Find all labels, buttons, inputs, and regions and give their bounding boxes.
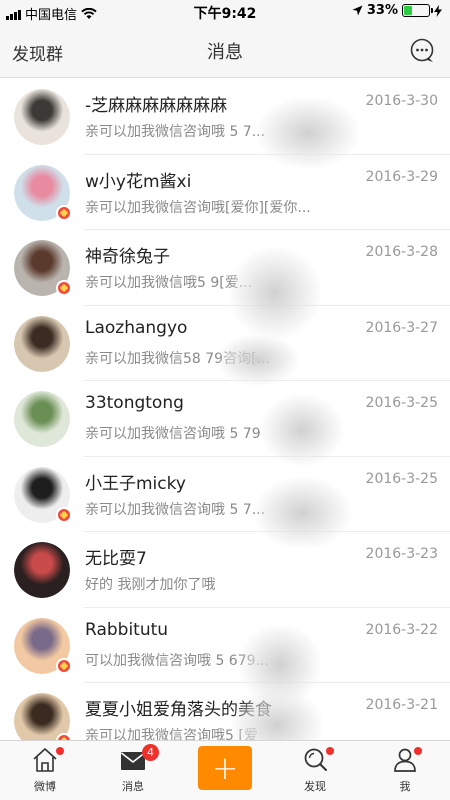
sender-name: 小王子micky <box>85 473 186 494</box>
message-row[interactable]: Laozhangyo 2016-3-27 亲可以加我微信58 79咨询[... <box>0 306 450 381</box>
avatar[interactable] <box>14 542 70 598</box>
notification-dot <box>326 747 334 755</box>
tab-discover[interactable]: 发现 <box>270 741 360 800</box>
battery-fill <box>404 6 412 15</box>
battery-percent: 33% <box>366 3 398 18</box>
message-date: 2016-3-28 <box>365 244 438 260</box>
message-date: 2016-3-22 <box>365 621 438 638</box>
message-row[interactable]: -芝麻麻麻麻麻麻麻 2016-3-30 亲可以加我微信咨询哦 5 7... <box>0 79 450 155</box>
sender-name: 神奇徐兔子 <box>85 247 170 267</box>
message-preview: 亲可以加我微信咨询哦5 [爱 <box>85 728 258 740</box>
message-row[interactable]: 神奇徐兔子 2016-3-28 亲可以加我微信哦5 9[爱... <box>0 230 450 306</box>
message-date: 2016-3-27 <box>365 319 438 336</box>
verified-badge-icon <box>56 506 72 523</box>
message-preview: 亲可以加我微信咨询哦 5 7... <box>85 501 266 518</box>
message-date: 2016-3-21 <box>365 697 438 713</box>
avatar[interactable] <box>14 391 70 447</box>
message-date: 2016-3-23 <box>365 546 438 562</box>
sender-name: 33tongtong <box>85 393 184 413</box>
battery-icon <box>402 4 433 17</box>
sender-name: Laozhangyo <box>85 317 188 338</box>
sender-name: 夏夏小姐爱角落头的美食 <box>85 700 272 720</box>
message-row[interactable]: 夏夏小姐爱角落头的美食 2016-3-21 亲可以加我微信咨询哦5 [爱 <box>0 683 450 740</box>
tab-label: 我 <box>399 780 411 793</box>
verified-badge-icon <box>56 204 72 221</box>
tab-label: 微博 <box>34 780 56 793</box>
verified-badge-icon <box>56 280 72 296</box>
compose-button[interactable]: + <box>198 746 252 790</box>
location-arrow-icon <box>352 5 363 16</box>
message-date: 2016-3-25 <box>365 395 438 411</box>
notification-dot <box>414 747 422 755</box>
tab-label: 消息 <box>122 780 144 793</box>
message-preview: 可以加我微信咨询哦 5 679... <box>85 652 269 669</box>
message-preview: 亲可以加我微信58 79咨询[... <box>85 350 270 367</box>
message-preview: 好的 我刚才加你了哦 <box>85 577 216 593</box>
search-icon <box>304 748 327 771</box>
verified-badge-icon <box>56 657 72 674</box>
charging-bolt-icon <box>434 4 442 17</box>
verified-badge-icon <box>56 733 72 740</box>
message-preview: 亲可以加我微信咨询哦 5 79 <box>85 426 261 442</box>
sender-name: -芝麻麻麻麻麻麻麻 <box>85 96 228 116</box>
plus-icon: + <box>211 749 239 787</box>
chat-bubble-icon[interactable] <box>410 38 436 64</box>
message-row[interactable]: 小王子micky 2016-3-25 亲可以加我微信咨询哦 5 7... <box>0 457 450 532</box>
avatar[interactable] <box>14 89 70 145</box>
tab-weibo[interactable]: 微博 <box>0 741 90 800</box>
sender-name: w小y花m酱xi <box>85 171 192 192</box>
tab-messages[interactable]: 4 消息 <box>88 741 178 800</box>
message-date: 2016-3-30 <box>365 93 438 109</box>
tab-label: 发现 <box>304 780 326 793</box>
page-title: 消息 <box>207 42 243 63</box>
home-icon <box>33 748 57 772</box>
message-date: 2016-3-29 <box>365 168 438 185</box>
message-row[interactable]: 33tongtong 2016-3-25 亲可以加我微信咨询哦 5 79 <box>0 381 450 457</box>
message-preview: 亲可以加我微信咨询哦 5 7... <box>85 124 266 140</box>
tab-bar: 微博 4 消息 + 发现 我 <box>0 740 450 800</box>
message-preview: 亲可以加我微信哦5 9[爱... <box>85 275 253 291</box>
navigation-bar: 发现群 消息 <box>0 24 450 78</box>
discover-groups-button[interactable]: 发现群 <box>12 40 63 65</box>
message-row[interactable]: Rabbitutu 2016-3-22 可以加我微信咨询哦 5 679... <box>0 608 450 683</box>
message-row[interactable]: 无比耍7 2016-3-23 好的 我刚才加你了哦 <box>0 532 450 608</box>
tab-me[interactable]: 我 <box>360 741 450 800</box>
sender-name: 无比耍7 <box>85 549 147 569</box>
status-right: 33% <box>352 3 442 18</box>
avatar[interactable] <box>14 315 70 372</box>
message-row[interactable]: w小y花m酱xi 2016-3-29 亲可以加我微信咨询哦[爱你][爱你... <box>0 155 450 230</box>
message-date: 2016-3-25 <box>365 470 438 487</box>
unread-count-badge: 4 <box>142 744 159 761</box>
sender-name: Rabbitutu <box>85 619 169 640</box>
message-preview: 亲可以加我微信咨询哦[爱你][爱你... <box>85 199 311 216</box>
notification-dot <box>56 747 64 755</box>
status-bar: 中国电信 下午9:42 33% <box>0 0 450 24</box>
message-list: -芝麻麻麻麻麻麻麻 2016-3-30 亲可以加我微信咨询哦 5 7... w小… <box>0 79 450 740</box>
